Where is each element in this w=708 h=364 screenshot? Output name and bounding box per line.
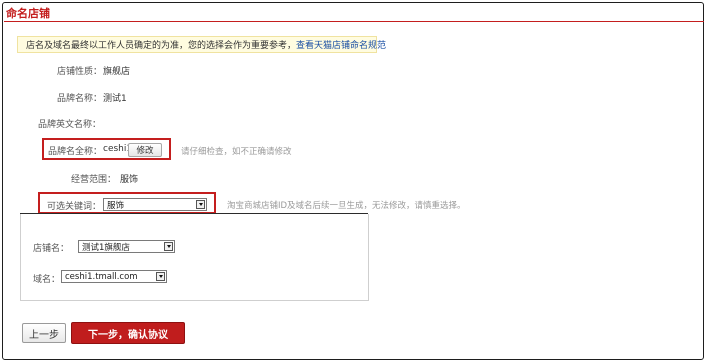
business-scope-label: 经营范围： [71,175,117,185]
domain-selected: ceshi1.tmall.com [65,271,138,282]
store-name-selected: 测试1旗舰店 [82,242,130,253]
domain-panel [20,214,369,301]
business-scope-value: 服饰 [120,175,139,185]
keyword-selected: 服饰 [107,200,125,211]
domain-select[interactable]: ceshi1.tmall.com [61,270,167,283]
page-title: 命名店铺 [6,7,50,20]
title-divider [4,21,704,22]
naming-rules-link[interactable]: 查看天猫店铺命名规范 [296,38,386,51]
brand-full-hint: 请仔细检查，如不正确请修改 [181,147,292,157]
keyword-select[interactable]: 服饰 [103,198,207,211]
keyword-hint: 淘宝商城店铺ID及域名后续一旦生成，无法修改，请慎重选择。 [227,201,466,211]
keyword-label: 可选关键词： [47,202,102,212]
chevron-down-icon[interactable] [156,272,165,281]
domain-label: 域名： [33,275,61,285]
chevron-down-icon[interactable] [196,200,205,209]
brand-full-label: 品牌名全称： [48,147,103,157]
store-name-label: 店铺名： [33,244,70,254]
store-type-label: 店铺性质： [57,67,103,77]
store-type-value: 旗舰店 [103,67,131,77]
store-name-select[interactable]: 测试1旗舰店 [78,240,175,253]
prev-step-button[interactable]: 上一步 [22,323,66,343]
brand-name-label: 品牌名称： [57,94,103,104]
notice-bar: 店名及域名最终以工作人员确定的为准，您的选择会作为重要参考， 查看天猫店铺命名规… [17,36,386,53]
notice-text: 店名及域名最终以工作人员确定的为准，您的选择会作为重要参考， [26,41,297,51]
next-step-confirm-button[interactable]: 下一步，确认协议 [71,322,185,344]
brand-english-label: 品牌英文名称： [38,120,102,130]
edit-brand-button[interactable]: 修改 [128,143,162,157]
chevron-down-icon[interactable] [164,242,173,251]
brand-name-value: 测试1 [103,94,127,104]
